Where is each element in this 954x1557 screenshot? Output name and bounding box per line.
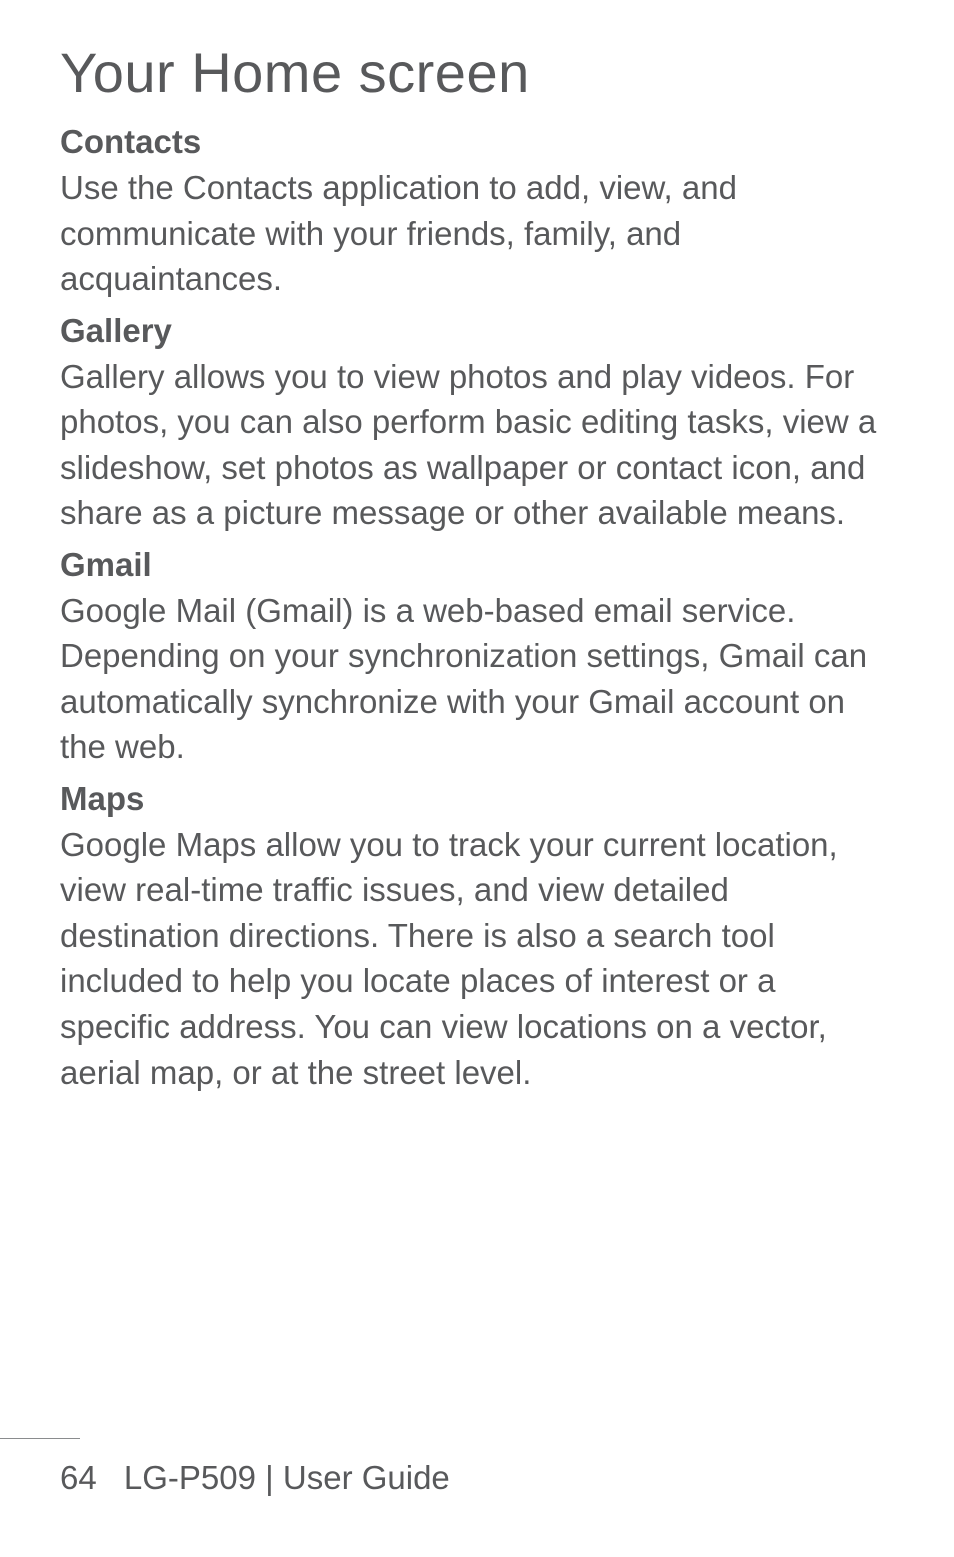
section-gmail: Gmail Google Mail (Gmail) is a web-based… [60, 546, 894, 770]
section-heading: Contacts [60, 123, 894, 161]
section-body: Gallery allows you to view photos and pl… [60, 354, 894, 536]
manual-page: Your Home screen Contacts Use the Contac… [0, 0, 954, 1557]
section-body: Use the Contacts application to add, vie… [60, 165, 894, 302]
footer-text: 64 LG-P509 | User Guide [0, 1459, 954, 1497]
section-gallery: Gallery Gallery allows you to view photo… [60, 312, 894, 536]
section-heading: Maps [60, 780, 894, 818]
section-heading: Gmail [60, 546, 894, 584]
footer-rule [0, 1438, 80, 1439]
doc-label: LG-P509 | User Guide [124, 1459, 450, 1496]
section-maps: Maps Google Maps allow you to track your… [60, 780, 894, 1095]
section-contacts: Contacts Use the Contacts application to… [60, 123, 894, 302]
section-body: Google Mail (Gmail) is a web-based email… [60, 588, 894, 770]
page-number: 64 [60, 1459, 97, 1497]
page-footer: 64 LG-P509 | User Guide [0, 1438, 954, 1497]
section-heading: Gallery [60, 312, 894, 350]
page-title: Your Home screen [60, 40, 894, 105]
section-body: Google Maps allow you to track your curr… [60, 822, 894, 1095]
